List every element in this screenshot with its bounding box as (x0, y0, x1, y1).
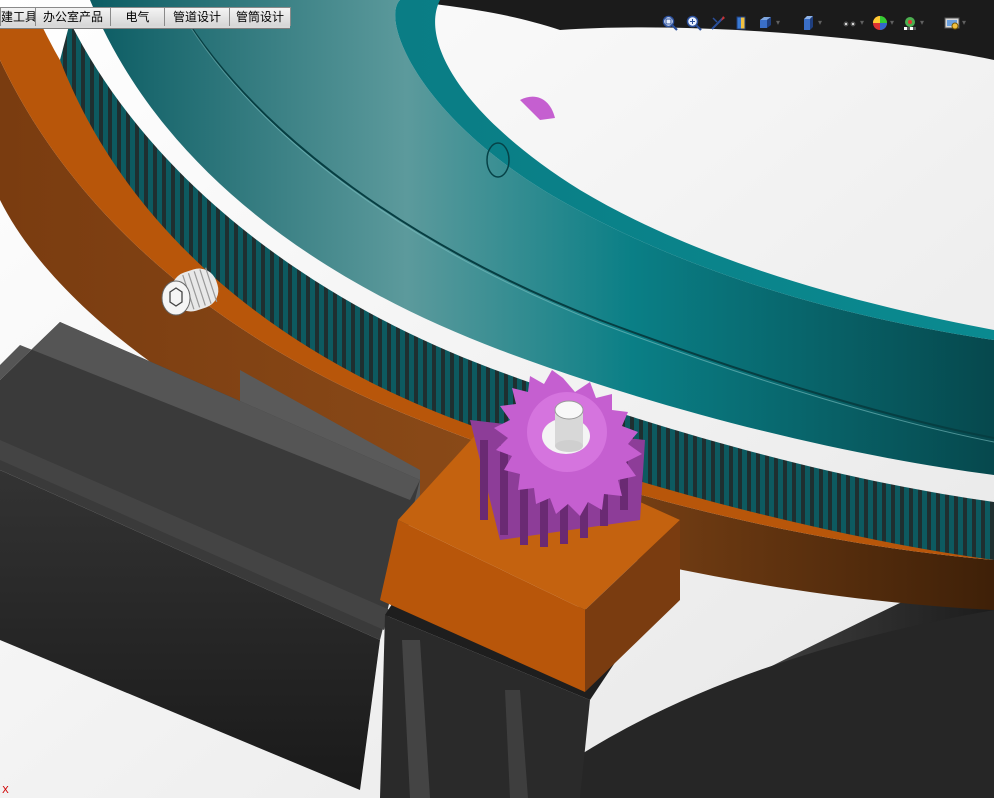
zoom-to-fit-icon[interactable] (662, 15, 678, 31)
zoom-to-area-icon[interactable] (686, 15, 702, 31)
hide-show-dropdown-icon[interactable]: ▾ (860, 15, 866, 31)
heads-up-view-toolbar: ▾ ▾ ▾ ▾ ▾ ▾ (662, 12, 974, 34)
apply-scene-dropdown-icon[interactable]: ▾ (920, 15, 926, 31)
previous-view-icon[interactable] (710, 15, 726, 31)
view-settings-dropdown-icon[interactable]: ▾ (962, 15, 968, 31)
tab-tubing[interactable]: 管筒设计 (229, 7, 291, 26)
view-orientation-dropdown-icon[interactable]: ▾ (776, 15, 782, 31)
apply-scene-icon[interactable] (902, 15, 918, 31)
command-manager-tabs: 建工具 办公室产品 电气 管道设计 管筒设计 (0, 7, 291, 29)
display-style-dropdown-icon[interactable]: ▾ (818, 15, 824, 31)
tab-piping[interactable]: 管道设计 (164, 7, 230, 26)
display-style-icon[interactable] (800, 15, 816, 31)
tab-office-products[interactable]: 办公室产品 (35, 7, 111, 26)
model-viewport[interactable] (0, 0, 994, 798)
tab-tools[interactable]: 建工具 (0, 7, 37, 26)
tab-electrical[interactable]: 电气 (110, 7, 165, 26)
view-orientation-icon[interactable] (758, 15, 774, 31)
edit-appearance-dropdown-icon[interactable]: ▾ (890, 15, 896, 31)
reference-triad-x-label: X (2, 785, 9, 796)
view-settings-icon[interactable] (944, 15, 960, 31)
edit-appearance-icon[interactable] (872, 15, 888, 31)
section-view-icon[interactable] (734, 15, 750, 31)
hide-show-items-icon[interactable] (842, 15, 858, 31)
